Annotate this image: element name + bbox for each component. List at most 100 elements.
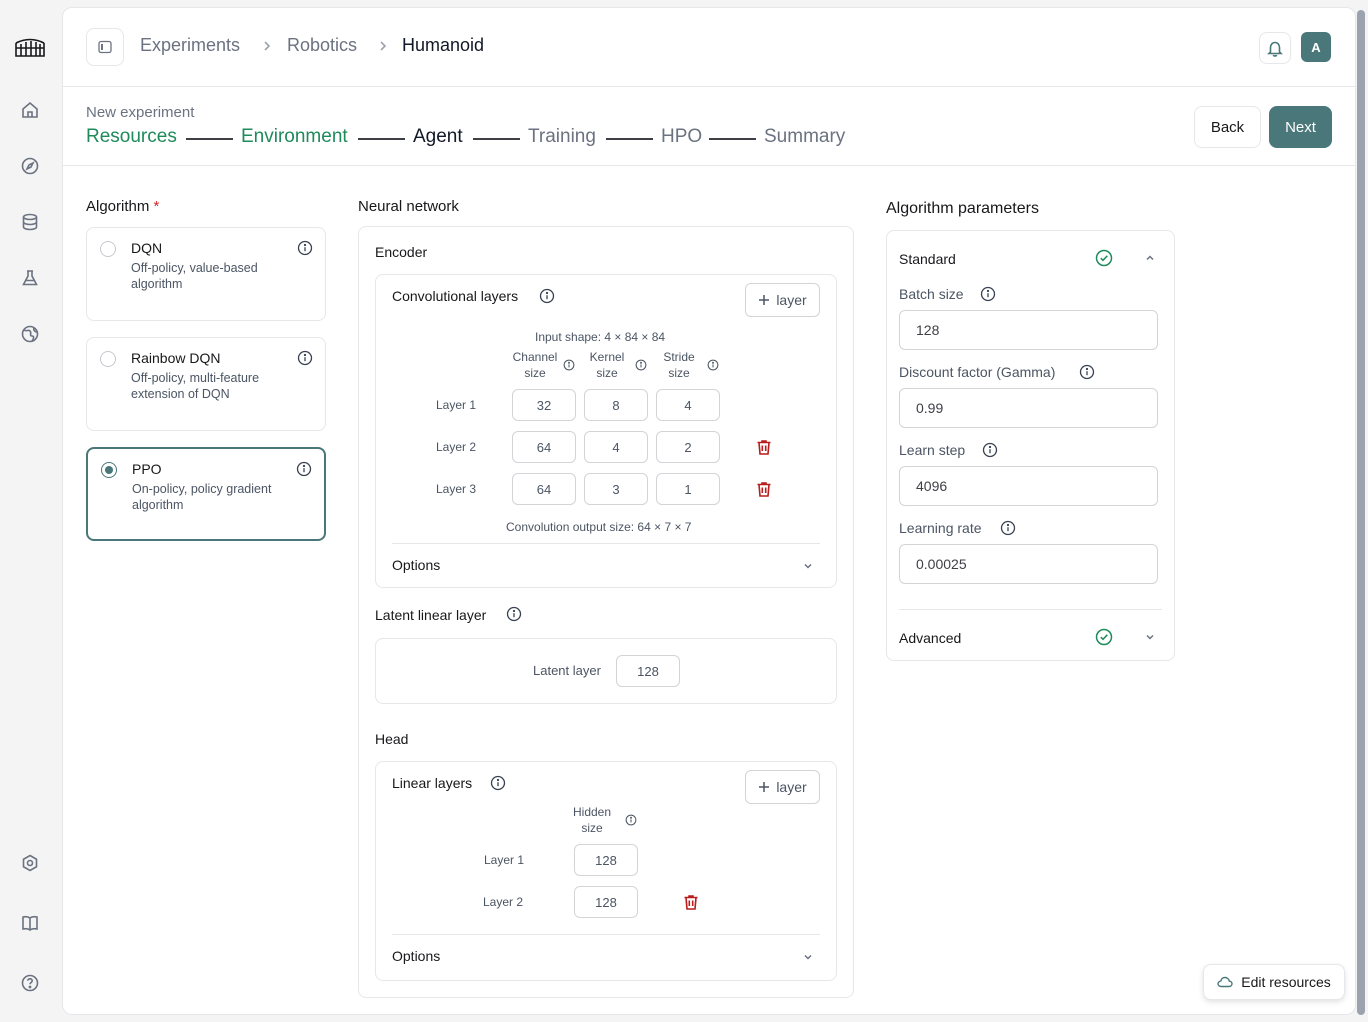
neural-network-title: Neural network (358, 198, 459, 215)
notifications-button[interactable] (1259, 32, 1291, 64)
algorithm-parameters-title: Algorithm parameters (886, 200, 1039, 217)
scrollbar[interactable] (1357, 10, 1365, 1015)
help-icon[interactable] (20, 973, 40, 993)
globe-icon[interactable] (20, 324, 40, 344)
conv-kernel-input[interactable]: 8 (584, 389, 648, 421)
step-connector (186, 138, 233, 140)
breadcrumb-experiments[interactable]: Experiments (140, 35, 240, 56)
head-options-toggle[interactable]: Options (392, 936, 820, 976)
home-icon[interactable] (20, 100, 40, 120)
latent-layer-label: Latent layer (533, 663, 601, 678)
step-resources[interactable]: Resources (86, 126, 177, 148)
algorithm-title: Algorithm * (86, 198, 160, 215)
sidebar-toggle-button[interactable] (86, 28, 124, 66)
radio-ppo[interactable] (101, 462, 117, 478)
colosseum-logo-icon[interactable] (14, 36, 46, 58)
chevron-down-icon (802, 560, 814, 572)
edit-resources-button[interactable]: Edit resources (1203, 964, 1345, 1000)
add-conv-layer-button[interactable]: layer (745, 283, 820, 317)
info-icon[interactable] (297, 240, 313, 256)
conv-channel-input[interactable]: 64 (512, 431, 576, 463)
batch-size-input[interactable]: 128 (899, 310, 1158, 350)
main-panel: Experiments Robotics Humanoid A New expe… (62, 7, 1356, 1015)
radio-dqn[interactable] (100, 241, 116, 257)
flask-icon[interactable] (20, 268, 40, 288)
info-icon[interactable] (297, 350, 313, 366)
chevron-up-icon (1144, 252, 1156, 264)
info-icon[interactable] (707, 359, 719, 371)
learning-rate-input[interactable]: 0.00025 (899, 544, 1158, 584)
step-training[interactable]: Training (528, 126, 596, 148)
advanced-section-toggle[interactable]: Advanced (887, 611, 1174, 659)
sidebar-toggle-icon (98, 40, 112, 54)
info-icon[interactable] (635, 359, 647, 371)
learn-step-input[interactable]: 4096 (899, 466, 1158, 506)
input-shape: Input shape: 4 × 84 × 84 (535, 330, 666, 344)
info-icon[interactable] (539, 288, 555, 304)
info-icon[interactable] (625, 814, 637, 826)
info-icon[interactable] (980, 286, 996, 302)
bell-icon (1267, 41, 1283, 57)
check-circle-icon (1095, 249, 1113, 267)
conv-output-size: Convolution output size: 64 × 7 × 7 (506, 520, 692, 534)
conv-kernel-input[interactable]: 4 (584, 431, 648, 463)
conv-stride-input[interactable]: 2 (656, 431, 720, 463)
avatar[interactable]: A (1301, 32, 1331, 62)
info-icon[interactable] (1000, 520, 1016, 536)
conv-row-label: Layer 1 (436, 398, 477, 412)
compass-icon[interactable] (20, 156, 40, 176)
settings-icon[interactable] (20, 853, 40, 873)
conv-row-label: Layer 2 (436, 440, 477, 454)
info-icon[interactable] (296, 461, 312, 477)
divider (392, 934, 820, 935)
discount-factor-input[interactable]: 0.99 (899, 388, 1158, 428)
conv-options-toggle[interactable]: Options (392, 545, 820, 585)
chevron-down-icon (802, 951, 814, 963)
trash-icon[interactable] (755, 480, 773, 498)
step-environment[interactable]: Environment (241, 126, 348, 148)
column-kernel-size: Kernel size (589, 350, 625, 380)
algorithm-option-dqn[interactable]: DQN Off-policy, value-based algorithm (86, 227, 326, 321)
back-button[interactable]: Back (1194, 106, 1261, 148)
info-icon[interactable] (1079, 364, 1095, 380)
info-icon[interactable] (982, 442, 998, 458)
step-connector (606, 138, 653, 140)
hidden-size-input[interactable]: 128 (574, 844, 638, 876)
algorithm-option-ppo[interactable]: PPO On-policy, policy gradient algorithm (86, 447, 326, 541)
next-button[interactable]: Next (1269, 106, 1332, 148)
head-title: Head (375, 731, 409, 747)
hidden-size-input[interactable]: 128 (574, 886, 638, 918)
check-circle-icon (1095, 628, 1113, 646)
database-icon[interactable] (20, 212, 40, 232)
standard-section-toggle[interactable]: Standard (887, 231, 1174, 281)
plus-icon (759, 782, 770, 792)
conv-stride-input[interactable]: 1 (656, 473, 720, 505)
breadcrumb-humanoid: Humanoid (402, 35, 485, 55)
info-icon[interactable] (490, 775, 506, 791)
param-label: Batch size (899, 286, 964, 302)
latent-layer-input[interactable]: 128 (616, 655, 680, 687)
param-label: Learning rate (899, 520, 982, 536)
step-connector (473, 138, 520, 140)
info-icon[interactable] (563, 359, 575, 371)
step-summary[interactable]: Summary (764, 126, 845, 148)
wizard-caption: New experiment (86, 104, 195, 121)
radio-rainbow-dqn[interactable] (100, 351, 116, 367)
step-hpo[interactable]: HPO (661, 126, 702, 148)
add-linear-layer-button[interactable]: layer (745, 770, 820, 804)
latent-layer-card: Latent layer 128 (375, 638, 837, 704)
algorithm-option-rainbow-dqn[interactable]: Rainbow DQN Off-policy, multi-feature ex… (86, 337, 326, 431)
step-agent[interactable]: Agent (413, 126, 463, 148)
breadcrumb-robotics[interactable]: Robotics (287, 35, 357, 56)
conv-kernel-input[interactable]: 3 (584, 473, 648, 505)
conv-layers-title: Convolutional layers (392, 288, 519, 304)
book-icon[interactable] (20, 913, 40, 933)
info-icon[interactable] (506, 606, 522, 622)
algorithm-parameters-card: Standard Batch size 128 Discount factor … (886, 230, 1175, 661)
conv-stride-input[interactable]: 4 (656, 389, 720, 421)
trash-icon[interactable] (682, 893, 700, 911)
conv-channel-input[interactable]: 64 (512, 473, 576, 505)
wizard-stepper: New experiment Resources Environment Age… (63, 88, 1355, 166)
conv-channel-input[interactable]: 32 (512, 389, 576, 421)
trash-icon[interactable] (755, 438, 773, 456)
